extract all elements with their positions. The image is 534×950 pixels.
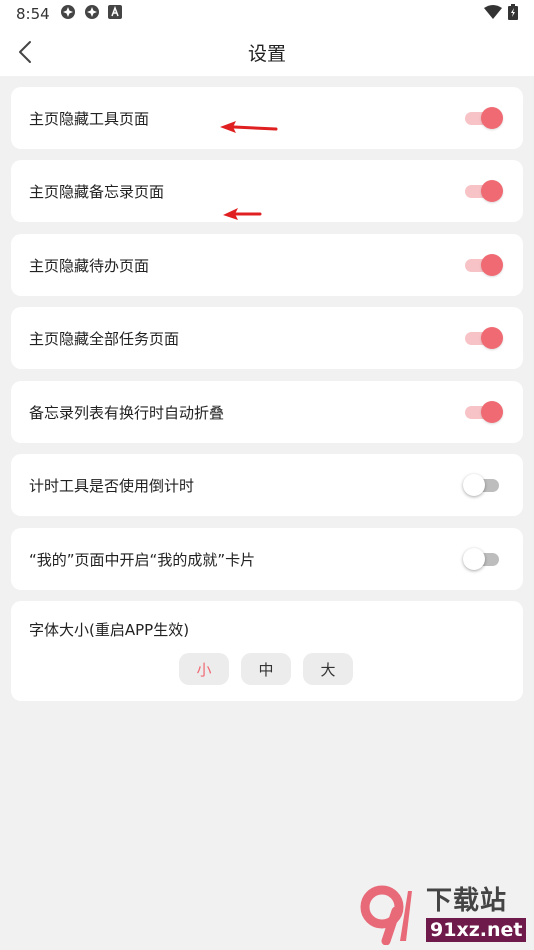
back-button[interactable] [10, 36, 42, 68]
font-size-small-button[interactable]: 小 [179, 653, 229, 685]
watermark-title: 下载站 [426, 886, 508, 916]
back-arrow-icon [19, 41, 31, 63]
setting-label: 备忘录列表有换行时自动折叠 [29, 403, 225, 422]
setting-row-achievement-card: “我的”页面中开启“我的成就”卡片 [11, 528, 523, 590]
setting-label: 计时工具是否使用倒计时 [29, 476, 195, 495]
watermark-91-icon [360, 885, 412, 945]
font-size-large-button[interactable]: 大 [303, 653, 353, 685]
setting-row-hide-todo: 主页隐藏待办页面 [11, 234, 523, 296]
app-bar: 设置 [0, 28, 534, 76]
toggle-switch[interactable] [463, 180, 503, 202]
setting-label: 主页隐藏工具页面 [29, 109, 150, 128]
app-icon [84, 4, 100, 24]
font-size-label: 字体大小(重启APP生效) [29, 621, 190, 639]
setting-row-hide-all-tasks: 主页隐藏全部任务页面 [11, 307, 523, 369]
toggle-switch[interactable] [463, 327, 503, 349]
setting-label: “我的”页面中开启“我的成就”卡片 [29, 550, 256, 569]
setting-row-hide-memo: 主页隐藏备忘录页面 [11, 160, 523, 222]
watermark-site: 91xz.net [426, 918, 527, 942]
font-size-options: 小 中 大 [179, 653, 353, 685]
font-size-medium-button[interactable]: 中 [241, 653, 291, 685]
setting-row-hide-tools: 主页隐藏工具页面 [11, 87, 523, 149]
setting-label: 主页隐藏待办页面 [29, 256, 150, 275]
page-title: 设置 [247, 42, 286, 65]
watermark-logo: 下载站 91xz.net [360, 880, 530, 948]
status-time: 8:54 [16, 5, 50, 23]
toggle-switch[interactable] [463, 548, 503, 570]
toggle-switch[interactable] [463, 254, 503, 276]
wifi-icon [484, 5, 502, 23]
setting-row-memo-auto-fold: 备忘录列表有换行时自动折叠 [11, 381, 523, 443]
font-size-card: 字体大小(重启APP生效) 小 中 大 [11, 601, 523, 701]
toggle-switch[interactable] [463, 401, 503, 423]
setting-row-countdown: 计时工具是否使用倒计时 [11, 454, 523, 516]
toggle-switch[interactable] [463, 107, 503, 129]
app-icon [60, 4, 76, 24]
toggle-switch[interactable] [463, 474, 503, 496]
battery-icon [508, 4, 518, 24]
font-icon [107, 5, 122, 23]
setting-label: 主页隐藏备忘录页面 [29, 182, 165, 201]
status-bar: 8:54 [0, 0, 534, 28]
setting-label: 主页隐藏全部任务页面 [29, 329, 180, 348]
